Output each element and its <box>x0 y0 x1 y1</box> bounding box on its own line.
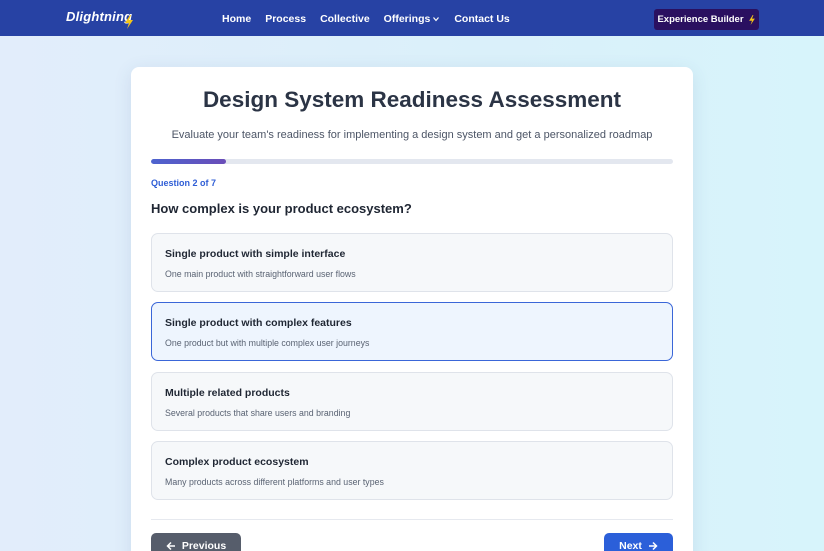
previous-button[interactable]: Previous <box>151 533 241 551</box>
chevron-down-icon <box>433 17 440 22</box>
progress-bar <box>151 159 673 164</box>
page-title: Design System Readiness Assessment <box>202 87 622 112</box>
option-complex-ecosystem[interactable]: Complex product ecosystem Many products … <box>151 441 673 500</box>
option-title: Single product with complex features <box>165 317 352 329</box>
option-title: Multiple related products <box>165 387 290 399</box>
logo-text: Dlightning <box>66 9 133 24</box>
nav-process[interactable]: Process <box>265 13 306 25</box>
option-description: Several products that share users and br… <box>165 408 351 418</box>
nav-links: Home Process Collective Offerings Contac… <box>222 13 524 25</box>
option-multiple-products[interactable]: Multiple related products Several produc… <box>151 372 673 431</box>
top-navbar: Dlightning Home Process Collective Offer… <box>0 0 824 36</box>
option-description: Many products across different platforms… <box>165 477 384 487</box>
question-text: How complex is your product ecosystem? <box>151 201 412 216</box>
lightning-icon <box>125 15 133 29</box>
option-title: Complex product ecosystem <box>165 456 309 468</box>
nav-home[interactable]: Home <box>222 13 251 25</box>
nav-offerings[interactable]: Offerings <box>384 13 441 25</box>
nav-offerings-label: Offerings <box>383 13 431 25</box>
option-complex-features[interactable]: Single product with complex features One… <box>151 302 673 361</box>
next-label: Next <box>619 540 642 551</box>
option-simple-interface[interactable]: Single product with simple interface One… <box>151 233 673 292</box>
option-description: One product but with multiple complex us… <box>165 338 370 348</box>
cta-label: Experience Builder <box>657 14 744 25</box>
nav-collective[interactable]: Collective <box>320 13 370 25</box>
previous-label: Previous <box>181 540 227 551</box>
nav-contact[interactable]: Contact Us <box>454 13 509 25</box>
option-title: Single product with simple interface <box>165 248 346 260</box>
next-button[interactable]: Next <box>604 533 673 551</box>
arrow-left-icon <box>166 541 175 551</box>
page-subtitle: Evaluate your team's readiness for imple… <box>171 129 653 141</box>
arrow-right-icon <box>648 541 658 551</box>
option-description: One main product with straightforward us… <box>165 269 356 279</box>
experience-builder-button[interactable]: Experience Builder <box>654 9 759 30</box>
question-counter: Question 2 of 7 <box>151 178 217 188</box>
lightning-icon <box>748 14 755 25</box>
divider <box>151 519 673 520</box>
logo[interactable]: Dlightning <box>66 9 133 29</box>
progress-fill <box>151 159 226 164</box>
assessment-card: Design System Readiness Assessment Evalu… <box>131 67 693 551</box>
